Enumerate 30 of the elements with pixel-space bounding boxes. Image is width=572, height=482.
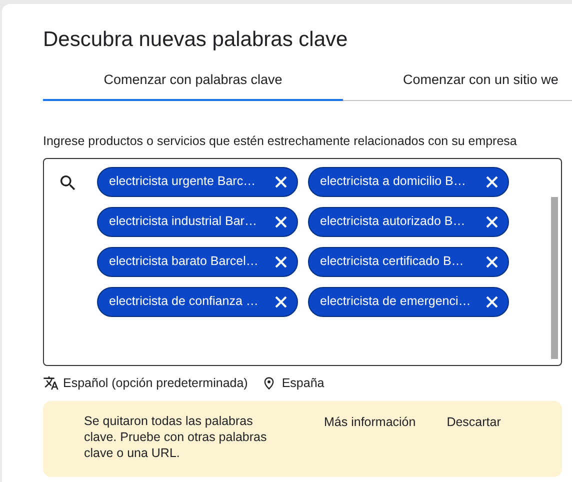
keyword-chip[interactable]: electricista certificado B… [308, 246, 509, 277]
notice-action-button[interactable]: Más información [324, 412, 416, 432]
keyword-chip[interactable]: electricista a domicilio B… [308, 166, 509, 197]
keyword-chip[interactable]: electricista urgente Barc… [97, 166, 298, 197]
tab[interactable]: Comenzar con palabras clave [43, 68, 343, 101]
tab[interactable]: Comenzar con un sitio we [343, 68, 558, 101]
close-icon[interactable] [274, 174, 288, 189]
keyword-chip[interactable]: electricista barato Barcel… [97, 246, 298, 277]
dialog-title: Descubra nuevas palabras clave [43, 27, 349, 53]
close-icon[interactable] [274, 254, 288, 269]
scrollbar-thumb[interactable] [551, 196, 558, 359]
close-icon[interactable] [485, 214, 499, 229]
notice-message: Se quitaron todas las palabras clave. Pruebe con otras palabras clave o una URL. [84, 412, 268, 460]
close-icon[interactable] [485, 294, 499, 309]
close-icon[interactable] [274, 214, 288, 229]
keyword-chip[interactable]: electricista de emergenci… [308, 286, 509, 317]
keyword-chip[interactable]: electricista autorizado B… [308, 206, 509, 237]
keyword-chip[interactable]: electricista industrial Bar… [97, 206, 298, 237]
close-icon[interactable] [485, 174, 499, 189]
location-pin-icon [262, 376, 276, 390]
close-icon[interactable] [485, 254, 499, 269]
location-label[interactable]: España [282, 374, 324, 392]
close-icon[interactable] [274, 294, 288, 309]
search-icon [58, 172, 78, 193]
language-label[interactable]: Español (opción predeterminada) [63, 374, 248, 392]
keyword-input-field[interactable] [43, 158, 562, 366]
field-label: Ingrese productos o servicios que estén estrechamente relacionados con su empresa [43, 133, 518, 150]
notice-action-button[interactable]: Descartar [446, 412, 501, 432]
keyword-chip[interactable]: electricista de confianza … [97, 286, 298, 317]
translate-icon [43, 375, 59, 392]
